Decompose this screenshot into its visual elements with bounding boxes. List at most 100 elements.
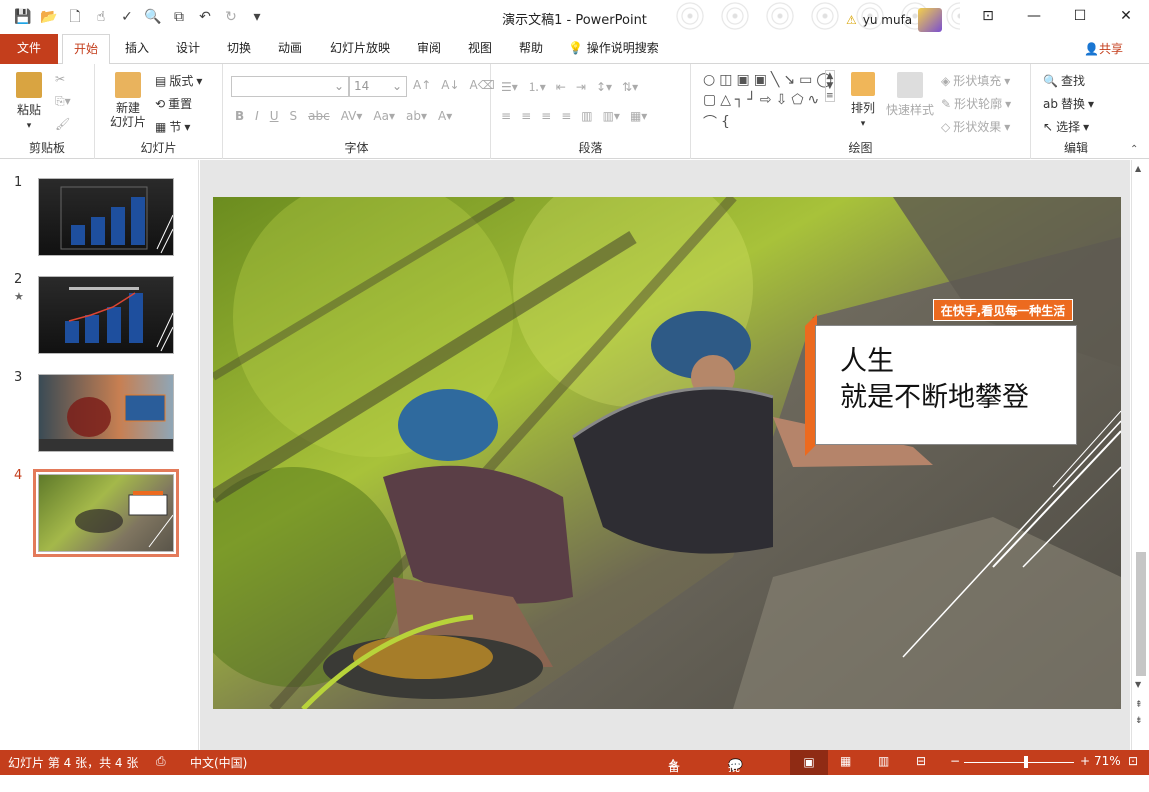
shape-fill-button[interactable]: ◈ 形状填充 ▾ — [941, 72, 1010, 89]
font-name-combo[interactable]: ⌄ — [231, 76, 349, 97]
cut-icon[interactable]: ✂ — [55, 72, 65, 86]
user-name[interactable]: yu mufa — [863, 13, 912, 27]
fit-slide-icon[interactable]: ⊡ — [1128, 754, 1138, 768]
slide-counter[interactable]: 幻灯片 第 4 张，共 4 张 — [8, 754, 138, 771]
elbow-arrow-icon[interactable]: ┘ — [747, 92, 755, 108]
scroll-down-icon[interactable]: ▼ — [1135, 680, 1141, 689]
tab-file[interactable]: 文件 — [0, 34, 58, 64]
bullets-icon[interactable]: ☰▾ — [501, 80, 518, 94]
increase-indent-icon[interactable]: ⇥ — [576, 80, 586, 94]
vertical-scrollbar[interactable]: ▲ ▼ ⇞ ⇟ — [1131, 160, 1149, 750]
justify-icon[interactable]: ≡ — [561, 109, 571, 123]
new-slide-button[interactable]: 新建 幻灯片 — [103, 72, 153, 129]
numbering-icon[interactable]: ⒈▾ — [528, 78, 546, 95]
shapes-gallery[interactable]: ○ ◫ ▣ ▣ ╲ ↘ ▭ ◯ ▢ △ ┐ ┘ ⇨ ⇩ ⬠ ∿ ⌒{ — [703, 72, 833, 132]
language-indicator[interactable]: 中文(中国) — [190, 754, 247, 771]
grow-font-icon[interactable]: A↑ — [413, 78, 431, 92]
reset-button[interactable]: ⟲ 重置 — [155, 95, 192, 112]
zoom-out-icon[interactable]: − — [950, 754, 960, 768]
char-spacing-icon[interactable]: AV▾ — [341, 109, 363, 123]
line-spacing-icon[interactable]: ↕▾ — [596, 80, 612, 94]
accessibility-icon[interactable]: ⎙ — [156, 754, 166, 769]
arrange-button[interactable]: 排列 ▾ — [847, 72, 879, 129]
paste-button[interactable]: 粘贴 ▾ — [12, 72, 46, 131]
chevron-down-icon[interactable]: ▼ — [826, 81, 833, 91]
tab-design[interactable]: 设计 — [173, 34, 203, 64]
zoom-slider[interactable] — [964, 762, 1074, 763]
tab-help[interactable]: 帮助 — [516, 34, 546, 64]
scroll-up-icon[interactable]: ▲ — [1135, 164, 1141, 173]
tab-transitions[interactable]: 切换 — [224, 34, 254, 64]
oval-shape-icon[interactable]: ○ — [703, 72, 715, 88]
arrow-shape-icon[interactable]: ↘ — [783, 72, 795, 88]
underline-icon[interactable]: U — [270, 109, 279, 123]
zoom-level[interactable]: 71% — [1094, 754, 1121, 768]
highlight-icon[interactable]: ab▾ — [406, 109, 427, 123]
reading-view-icon[interactable]: ▥ — [878, 754, 889, 768]
decrease-indent-icon[interactable]: ⇤ — [556, 80, 566, 94]
format-painter-icon[interactable]: 🖌 — [55, 117, 70, 131]
arc-icon[interactable]: ⌒ — [703, 112, 717, 132]
tab-slideshow[interactable]: 幻灯片放映 — [327, 34, 393, 64]
current-slide[interactable]: 在快手,看见每一种生活 人生 就是不断地攀登 — [213, 197, 1121, 709]
warning-icon[interactable]: ⚠ — [846, 13, 857, 27]
minimize-icon[interactable]: — — [1011, 0, 1057, 32]
curve-icon[interactable]: ∿ — [808, 92, 820, 108]
font-color-icon[interactable]: A▾ — [438, 109, 452, 123]
shape-outline-button[interactable]: ✎ 形状轮廓 ▾ — [941, 95, 1011, 112]
align-right-icon[interactable]: ≡ — [541, 109, 551, 123]
share-button[interactable]: 👤共享 — [1084, 40, 1123, 57]
brace-icon[interactable]: { — [721, 114, 730, 130]
ribbon-display-icon[interactable]: ⊡ — [965, 0, 1011, 32]
rounded-rect-icon[interactable]: ▢ — [703, 92, 716, 108]
elbow-connector-icon[interactable]: ┐ — [735, 92, 743, 108]
columns-icon[interactable]: ▥▾ — [603, 109, 620, 123]
chevron-up-icon[interactable]: ▲ — [826, 71, 833, 81]
slide-thumbnail-4[interactable] — [33, 469, 179, 557]
copy-icon[interactable]: ⎘▾ — [55, 94, 71, 109]
smartart-icon[interactable]: ▦▾ — [630, 109, 647, 123]
normal-view-icon[interactable]: ▣ — [790, 750, 828, 775]
find-button[interactable]: 🔍 查找 — [1043, 72, 1085, 89]
cube-shape-icon[interactable]: ◫ — [719, 72, 732, 88]
callout-box[interactable]: 人生 就是不断地攀登 — [815, 325, 1077, 445]
shapes-scroll[interactable]: ▲ ▼ ≡ — [825, 70, 835, 102]
tab-insert[interactable]: 插入 — [122, 34, 152, 64]
tell-me-search[interactable]: 💡 操作说明搜索 — [568, 34, 678, 64]
shape-effects-button[interactable]: ◇ 形状效果 ▾ — [941, 118, 1010, 135]
avatar[interactable] — [918, 8, 943, 32]
strikethrough-icon[interactable]: abc — [308, 109, 330, 123]
textbox-icon[interactable]: ▣ — [736, 72, 749, 88]
change-case-icon[interactable]: Aa▾ — [373, 109, 395, 123]
prev-slide-icon[interactable]: ⇞ — [1135, 700, 1143, 710]
quick-styles-button[interactable]: 快速样式 — [886, 72, 934, 118]
zoom-slider-thumb[interactable] — [1024, 756, 1028, 768]
pentagon-icon[interactable]: ⬠ — [791, 92, 803, 108]
scroll-thumb[interactable] — [1136, 552, 1146, 676]
slide-thumbnail-2[interactable] — [38, 276, 174, 354]
slide-thumbnail-1[interactable] — [38, 178, 174, 256]
maximize-icon[interactable]: ☐ — [1057, 0, 1103, 32]
tab-animations[interactable]: 动画 — [275, 34, 305, 64]
close-icon[interactable]: ✕ — [1103, 0, 1149, 32]
callout-tag[interactable]: 在快手,看见每一种生活 — [933, 299, 1073, 321]
vertical-textbox-icon[interactable]: ▣ — [754, 72, 767, 88]
tab-review[interactable]: 审阅 — [414, 34, 444, 64]
more-icon[interactable]: ≡ — [826, 91, 834, 101]
select-button[interactable]: ↖ 选择 ▾ — [1043, 118, 1089, 135]
down-arrow-icon[interactable]: ⇩ — [776, 92, 788, 108]
tab-home[interactable]: 开始 — [62, 34, 110, 65]
font-size-combo[interactable]: 14 ⌄ — [349, 76, 407, 97]
shadow-icon[interactable]: S — [290, 109, 298, 123]
section-button[interactable]: ▦ 节 ▾ — [155, 118, 190, 135]
tab-view[interactable]: 视图 — [465, 34, 495, 64]
shrink-font-icon[interactable]: A↓ — [441, 78, 459, 92]
align-left-icon[interactable]: ≡ — [501, 109, 511, 123]
text-direction-icon[interactable]: ⇅▾ — [622, 80, 638, 94]
collapse-ribbon-icon[interactable]: ⌃ — [1130, 144, 1138, 155]
next-slide-icon[interactable]: ⇟ — [1135, 716, 1143, 726]
rect-shape-icon[interactable]: ▭ — [799, 72, 812, 88]
slideshow-icon[interactable]: ⊟ — [916, 754, 926, 768]
zoom-in-icon[interactable]: + — [1080, 754, 1090, 768]
align-center-icon[interactable]: ≡ — [521, 109, 531, 123]
